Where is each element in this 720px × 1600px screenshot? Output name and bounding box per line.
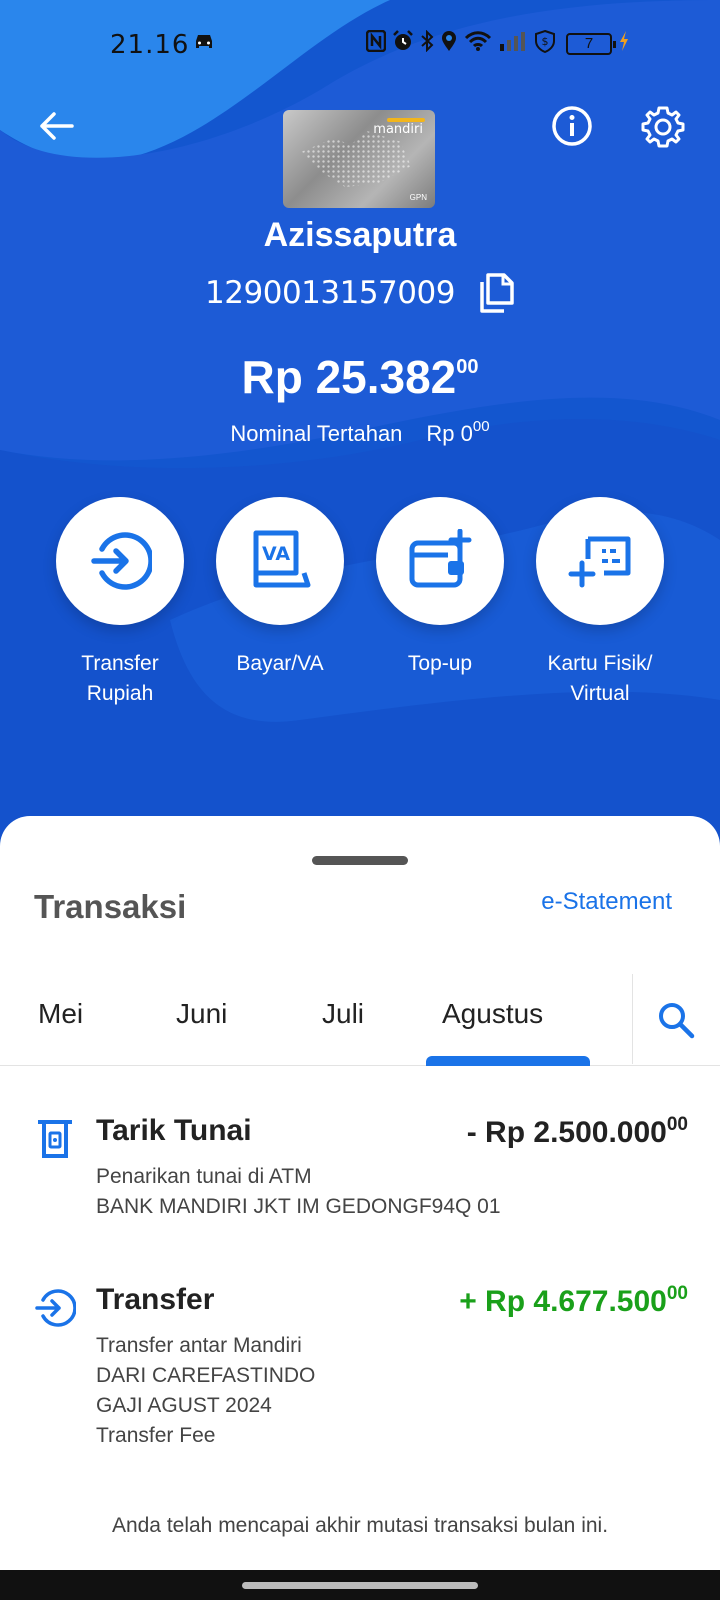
- transaction-details: Penarikan tunai di ATM BANK MANDIRI JKT …: [96, 1162, 501, 1222]
- transactions-sheet: Transaksi e-Statement Mei Juni Juli Agus…: [0, 816, 720, 1600]
- nfc-icon: [365, 29, 387, 57]
- action-label: Bayar/VA: [236, 652, 324, 675]
- wifi-icon: [464, 30, 492, 57]
- transaction-detail-line: Transfer antar Mandiri: [96, 1334, 302, 1357]
- wallet-plus-icon: [409, 529, 472, 588]
- tab-mei[interactable]: Mei: [38, 998, 83, 1030]
- charging-icon: [618, 30, 630, 57]
- sheet-title: Transaksi: [34, 888, 187, 925]
- bluetooth-icon: [420, 29, 434, 57]
- signal-icon: [498, 30, 528, 57]
- info-button[interactable]: [548, 102, 596, 150]
- transaction-detail-line: GAJI AGUST 2024: [96, 1394, 272, 1417]
- tab-agustus[interactable]: Agustus: [442, 998, 543, 1030]
- transaction-amount: - Rp 2.500.00000: [467, 1114, 688, 1150]
- transaction-amount-value: - Rp 2.500.000: [466, 1116, 667, 1149]
- navigation-bar: [0, 1570, 720, 1600]
- active-tab-indicator: [426, 1056, 590, 1066]
- transaction-amount: + Rp 4.677.50000: [459, 1283, 688, 1319]
- search-icon: [659, 1003, 695, 1039]
- shield-dollar-icon: $: [534, 29, 556, 58]
- account-number-row: 1290013157009: [0, 272, 720, 314]
- info-icon: [552, 106, 592, 146]
- card-brand-logo: mandiri: [373, 122, 423, 137]
- transaction-title: Transfer: [96, 1283, 215, 1316]
- copy-icon: [480, 273, 514, 313]
- hold-amount-row: Nominal Tertahan Rp 000: [0, 418, 720, 447]
- transaction-detail-line: Transfer Fee: [96, 1424, 216, 1447]
- action-bayar-va[interactable]: VA Bayar/VA: [195, 497, 365, 679]
- atm-icon: [34, 1118, 76, 1160]
- balance-amount: Rp 25.382: [241, 351, 457, 403]
- hold-label: Nominal Tertahan: [230, 421, 403, 446]
- e-statement-link[interactable]: e-Statement: [541, 888, 672, 916]
- action-circle[interactable]: [376, 497, 504, 625]
- end-of-list-note: Anda telah mencapai akhir mutasi transak…: [111, 1514, 609, 1537]
- action-circle[interactable]: VA: [216, 497, 344, 625]
- gear-icon: [641, 106, 685, 148]
- account-name: Azissaputra: [263, 216, 457, 254]
- copy-button[interactable]: [475, 272, 515, 314]
- transaction-details: Transfer antar Mandiri DARI CAREFASTINDO…: [96, 1331, 315, 1451]
- back-button[interactable]: [30, 100, 82, 152]
- svg-text:VA: VA: [262, 543, 290, 565]
- search-button[interactable]: [652, 996, 700, 1044]
- status-time: 21.16: [110, 30, 190, 60]
- action-label: Kartu Fisik/ Virtual: [547, 652, 653, 705]
- svg-text:$: $: [542, 35, 549, 48]
- card-gpn-badge: GPN: [409, 193, 427, 202]
- action-circle[interactable]: [536, 497, 664, 625]
- va-icon: VA: [253, 530, 311, 588]
- status-icons: $ 7: [365, 29, 630, 58]
- hold-amount: Rp 0: [426, 421, 473, 446]
- battery-indicator: 7: [566, 32, 616, 55]
- tab-juni[interactable]: Juni: [176, 998, 227, 1030]
- transfer-icon: [91, 532, 152, 590]
- balance: Rp 25.38200: [0, 350, 720, 404]
- balance-cents: 00: [456, 356, 479, 378]
- sheet-grabber[interactable]: [312, 856, 408, 865]
- car-icon: [193, 33, 215, 56]
- transaction-detail-line: DARI CAREFASTINDO: [96, 1364, 316, 1387]
- action-label: Top-up: [407, 652, 473, 675]
- transaction-detail-line: BANK MANDIRI JKT IM GEDONGF94Q 01: [96, 1195, 501, 1218]
- tab-juli[interactable]: Juli: [322, 998, 364, 1030]
- transaction-detail-line: Penarikan tunai di ATM: [96, 1165, 312, 1188]
- status-bar: 21.16 $ 7: [0, 0, 720, 90]
- tabs-divider: [632, 974, 633, 1064]
- account-number: 1290013157009: [205, 275, 455, 311]
- action-top-up[interactable]: Top-up: [355, 497, 525, 679]
- transaction-amount-cents: 00: [666, 1114, 688, 1135]
- hold-cents: 00: [472, 418, 490, 435]
- home-indicator[interactable]: [242, 1582, 478, 1589]
- action-kartu-fisik-virtual[interactable]: Kartu Fisik/ Virtual: [515, 497, 685, 709]
- location-icon: [440, 30, 458, 57]
- transaction-amount-cents: 00: [666, 1283, 688, 1304]
- card-plus-icon: [568, 536, 631, 588]
- arrow-left-icon: [40, 112, 74, 140]
- action-label: Transfer Rupiah: [81, 652, 159, 705]
- debit-card-image[interactable]: mandiri GPN: [283, 110, 435, 208]
- action-transfer-rupiah[interactable]: Transfer Rupiah: [35, 497, 205, 709]
- settings-button[interactable]: [638, 102, 688, 152]
- transfer-in-icon: [34, 1287, 76, 1329]
- transaction-title: Tarik Tunai: [96, 1114, 252, 1147]
- alarm-icon: [392, 30, 414, 57]
- action-circle[interactable]: [56, 497, 184, 625]
- transaction-amount-value: + Rp 4.677.500: [459, 1285, 667, 1318]
- account-header: 21.16 $ 7 mandiri GPN Azissaputra 129001…: [0, 0, 720, 840]
- month-tabs: Mei Juni Juli Agustus: [0, 956, 720, 1066]
